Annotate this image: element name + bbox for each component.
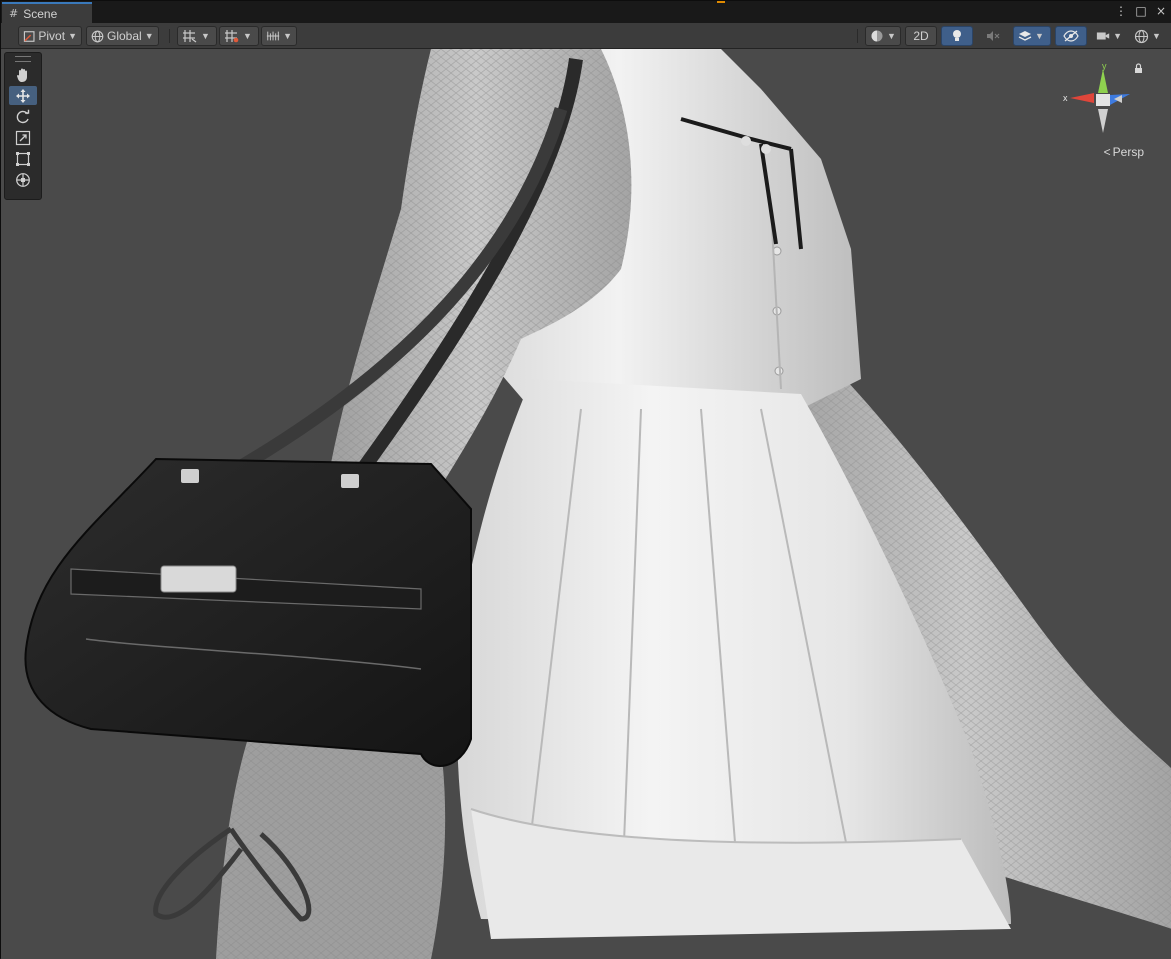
camera-icon (1096, 32, 1110, 40)
scene-toolbar: Pivot ▼ Global ▼ ▼ ▼ ▼ ▼ 2D ▼ ▼ ▼ (1, 23, 1171, 49)
close-icon[interactable]: × (1154, 4, 1168, 18)
toolbar-separator (169, 29, 170, 43)
grid-snapping-button[interactable]: ▼ (177, 26, 217, 46)
camera-dropdown[interactable]: ▼ (1091, 26, 1127, 46)
tools-palette (4, 52, 42, 200)
gizmo-y-label: y (1102, 61, 1107, 71)
hidden-eye-icon (1063, 30, 1079, 42)
handbag-ring-right (341, 474, 359, 488)
tab-scene-label: Scene (23, 6, 58, 21)
scene-visibility-toggle[interactable] (1055, 26, 1087, 46)
transform-icon (16, 172, 30, 187)
grid-lines-icon (266, 31, 280, 41)
grid-settings-button[interactable]: ▼ (261, 26, 297, 46)
global-dropdown[interactable]: Global ▼ (86, 26, 159, 46)
audio-mute-icon (987, 31, 1000, 41)
gizmos-icon (1134, 29, 1149, 43)
light-bulb-icon (953, 30, 961, 41)
scale-icon (15, 130, 31, 145)
increment-snap-icon (225, 30, 239, 43)
handbag (24, 457, 472, 767)
global-label: Global (107, 29, 142, 43)
window-controls: ⋮ □ × (1114, 4, 1168, 18)
gizmo-neg-y-cone[interactable] (1098, 109, 1108, 133)
shading-mode-icon (871, 30, 883, 42)
gizmo-y-axis-cone[interactable] (1098, 69, 1108, 93)
gizmo-center-cube[interactable] (1096, 94, 1110, 106)
tab-scene[interactable]: # Scene (2, 2, 92, 23)
rect-icon (16, 151, 30, 166)
scene-grid-icon: # (9, 7, 19, 20)
projection-toggle[interactable]: < Persp (1104, 145, 1144, 159)
chevron-down-icon: ▼ (201, 31, 210, 41)
chevron-down-icon: ▼ (1113, 31, 1122, 41)
tab-strip: # Scene ⋮ □ × (1, 1, 1171, 23)
effects-layers-icon (1018, 31, 1032, 41)
globe-icon (91, 30, 104, 42)
lighting-toggle[interactable] (941, 26, 973, 46)
toolbar-separator (857, 29, 858, 43)
hand-tool[interactable] (9, 65, 37, 84)
pivot-label: Pivot (38, 29, 66, 43)
draw-mode-dropdown[interactable]: ▼ (865, 26, 901, 46)
rotate-tool[interactable] (9, 107, 37, 126)
chevron-down-icon: ▼ (283, 31, 292, 41)
scene-viewport[interactable]: y x < Persp (1, 49, 1171, 959)
rect-tool[interactable] (9, 149, 37, 168)
chevron-down-icon: ▼ (144, 31, 154, 41)
incremental-snap-button[interactable]: ▼ (219, 26, 259, 46)
scene-window: # Scene ⋮ □ × Pivot ▼ Global ▼ ▼ ▼ ▼ ▼ 2… (0, 0, 1171, 959)
chevron-down-icon: ▼ (68, 31, 77, 41)
transform-tool[interactable] (9, 170, 37, 189)
scale-tool[interactable] (9, 128, 37, 147)
chevron-down-icon: ▼ (1152, 31, 1161, 41)
audio-toggle[interactable] (977, 26, 1009, 46)
chevron-down-icon: ▼ (887, 31, 896, 41)
projection-label: Persp (1112, 145, 1144, 159)
toggle-2d-label: 2D (913, 29, 929, 43)
palette-grip[interactable] (15, 56, 31, 62)
gizmo-x-label: x (1063, 93, 1068, 103)
perspective-icon: < (1103, 145, 1111, 159)
pivot-icon (23, 30, 35, 42)
handbag-ring-left (181, 469, 199, 483)
rotate-icon (16, 109, 30, 123)
play-mode-indicator (717, 1, 725, 3)
gizmo-lock-icon[interactable] (1135, 63, 1142, 73)
scene-render (24, 49, 1171, 959)
more-options-icon[interactable]: ⋮ (1114, 4, 1128, 18)
grid-snap-icon (183, 30, 197, 43)
chevron-down-icon: ▼ (243, 31, 252, 41)
handbag-clasp (160, 565, 237, 593)
pivot-dropdown[interactable]: Pivot ▼ (18, 26, 82, 46)
gizmos-dropdown[interactable]: ▼ (1129, 26, 1167, 46)
toggle-2d-button[interactable]: 2D (905, 26, 937, 46)
effects-dropdown[interactable]: ▼ (1013, 26, 1051, 46)
chevron-down-icon: ▼ (1035, 31, 1044, 41)
move-icon (16, 88, 30, 103)
move-tool[interactable] (9, 86, 37, 105)
maximize-icon[interactable]: □ (1134, 4, 1148, 18)
gizmo-x-axis-cone[interactable] (1070, 93, 1094, 103)
hand-icon (17, 68, 27, 82)
